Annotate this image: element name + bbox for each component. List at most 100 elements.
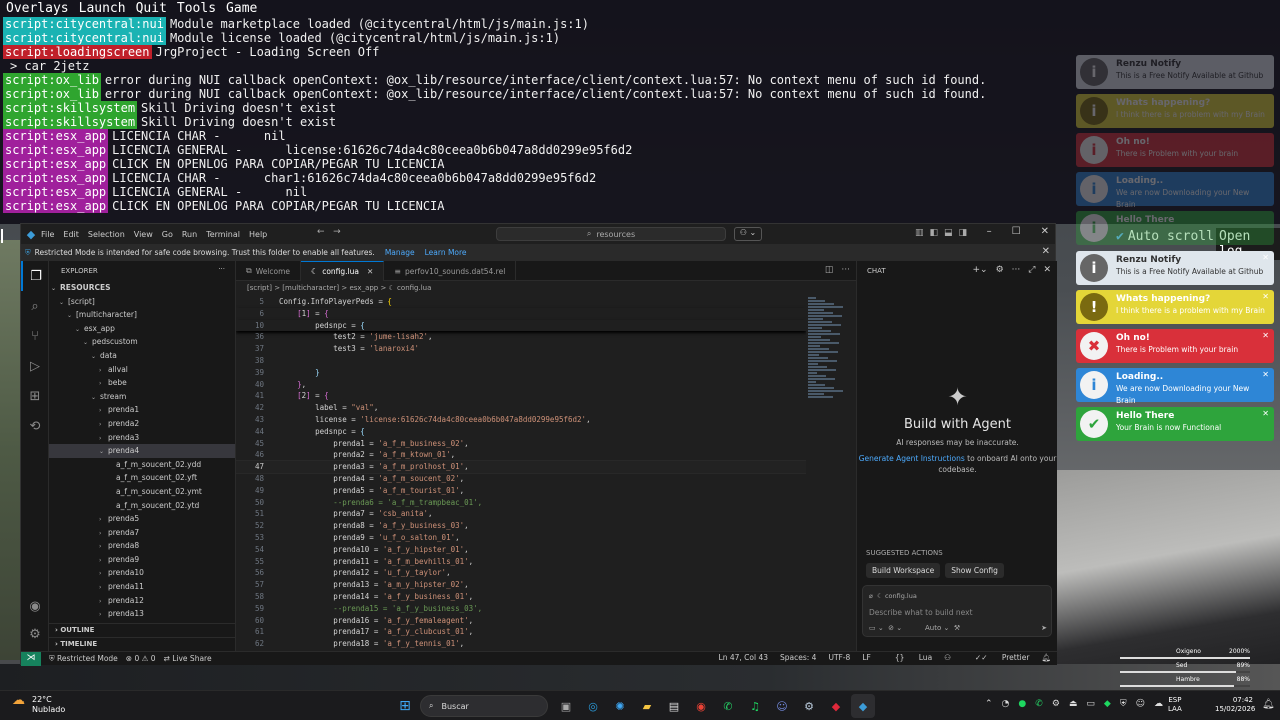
tree-folder[interactable]: › prenda9 [49, 553, 235, 567]
chrome-icon[interactable]: ◉ [689, 694, 713, 718]
restricted-mode-status[interactable]: ⛨ Restricted Mode [49, 654, 118, 664]
encoding[interactable]: UTF-8 [828, 653, 850, 662]
tree-folder[interactable]: › prenda10 [49, 566, 235, 580]
steam-tray-icon[interactable]: ⚙ [1052, 699, 1060, 709]
maximize-icon[interactable]: ⤢ [1028, 265, 1035, 275]
tree-folder[interactable]: ⌄ prenda4 [49, 444, 235, 458]
close-icon[interactable]: ✕ [1043, 265, 1051, 275]
outline-section[interactable]: › OUTLINE [49, 623, 235, 637]
code-line[interactable]: 43 license = 'license:61626c74da4c80ceea… [236, 414, 806, 426]
tree-folder[interactable]: › prenda12 [49, 594, 235, 608]
prettier-status[interactable]: ✓✓ Prettier [963, 653, 1030, 662]
code-line[interactable]: 42 label = "val", [236, 402, 806, 414]
close-tab-icon[interactable]: ✕ [367, 267, 373, 276]
code-line[interactable]: 10 pedsnpc = { [236, 319, 806, 332]
tree-folder[interactable]: ⌄ data [49, 349, 235, 363]
editor-tab[interactable]: ☾ config.lua ✕ [301, 261, 385, 281]
menu-selection[interactable]: Selection [88, 230, 125, 239]
code-line[interactable]: 57 prenda13 = 'a_m_y_hipster_02', [236, 579, 806, 591]
cloud-icon[interactable]: ☁ [1154, 699, 1163, 709]
minimap[interactable] [806, 296, 854, 406]
code-line[interactable]: 45 prenda1 = 'a_f_m_business_02', [236, 438, 806, 450]
menu-file[interactable]: File [41, 230, 54, 239]
problems-status[interactable]: ⊗ 0 ⚠ 0 [126, 654, 156, 663]
code-line[interactable]: 5 Config.InfoPlayerPeds = { [236, 296, 806, 308]
menu-go[interactable]: Go [162, 230, 173, 239]
more-icon[interactable]: ··· [1012, 265, 1021, 275]
spotify-icon[interactable]: ♫ [743, 694, 767, 718]
chevron-up-icon[interactable]: ⌃ [985, 699, 993, 709]
editor-tab[interactable]: ≡ perfov10_sounds.dat54.rel [384, 261, 517, 281]
tree-folder[interactable]: › prenda8 [49, 539, 235, 553]
extensions-icon[interactable]: ⊞ [21, 381, 49, 411]
tree-folder[interactable]: › prenda3 [49, 431, 235, 445]
tree-file[interactable]: a_f_m_soucent_02.ymt [49, 485, 235, 499]
notification-center-icon[interactable]: 🔔︎ [1262, 699, 1275, 710]
windows-start-icon[interactable]: ⊞ [393, 694, 417, 718]
code-line[interactable]: 58 prenda14 = 'a_f_y_business_01', [236, 591, 806, 603]
split-editor-icon[interactable]: ◫ [825, 265, 834, 275]
build-workspace-button[interactable]: Build Workspace [866, 563, 941, 578]
code-line[interactable]: 54 prenda10 = 'a_f_y_hipster_01', [236, 544, 806, 556]
menu-edit[interactable]: Edit [63, 230, 79, 239]
maximize-icon[interactable]: ☐ [1012, 226, 1021, 237]
tree-folder[interactable]: › prenda7 [49, 526, 235, 540]
whatsapp-tray-icon[interactable]: ✆ [1035, 699, 1043, 709]
tray-app-icon[interactable]: ◔ [1002, 699, 1010, 709]
spotify-tray-icon[interactable]: ● [1018, 699, 1026, 709]
console-menu-item[interactable]: Overlays [6, 1, 69, 16]
new-chat-icon[interactable]: +⌄ [972, 265, 987, 275]
language-indicator[interactable]: ESP LAA [1168, 696, 1182, 714]
code-line[interactable]: 44 pedsnpc = { [236, 426, 806, 438]
code-line[interactable]: 49 prenda5 = 'a_f_m_tourist_01', [236, 485, 806, 497]
generate-instructions-link[interactable]: Generate Agent Instructions [859, 454, 965, 463]
steam-icon[interactable]: ⚙ [797, 694, 821, 718]
copilot-button[interactable]: ⚇ ⌄ [734, 227, 762, 241]
tree-folder[interactable]: ⌄ [script] [49, 295, 235, 309]
tree-file[interactable]: a_f_m_soucent_02.ytd [49, 499, 235, 513]
code-line[interactable]: 41 [2] = { [236, 390, 806, 402]
model-picker[interactable]: Auto ⌄ ⚒ [925, 624, 960, 632]
close-icon[interactable]: ✕ [1262, 292, 1269, 301]
tree-file[interactable]: a_f_m_soucent_02.ydd [49, 458, 235, 472]
console-input-cursor[interactable] [1, 229, 3, 243]
remote-icon[interactable]: ⋊ [21, 651, 41, 666]
settings-gear-icon[interactable]: ⚙ [996, 265, 1004, 275]
code-line[interactable]: 6 [1] = { [236, 307, 806, 320]
code-line[interactable]: 40 }, [236, 379, 806, 391]
menu-help[interactable]: Help [249, 230, 267, 239]
close-icon[interactable]: ✕ [1262, 370, 1269, 379]
code-line[interactable]: 59 --prenda15 = 'a_f_y_business_03', [236, 603, 806, 615]
settings-gear-icon[interactable]: ⚙ [21, 619, 49, 649]
layout-controls[interactable]: ▥ ◧ ⬓ ◨ [909, 228, 967, 238]
menu-view[interactable]: View [134, 230, 153, 239]
edge-icon[interactable]: ◎ [581, 694, 605, 718]
end-of-line[interactable]: LF [862, 653, 871, 662]
editor-tab[interactable]: ⧉ Welcome [236, 261, 302, 281]
source-control-icon[interactable]: ⑂ [21, 321, 49, 351]
copilot-app-icon[interactable]: ✺ [608, 694, 632, 718]
console-menu-item[interactable]: Launch [79, 1, 126, 16]
code-line[interactable]: 53 prenda9 = 'u_f_o_salton_01', [236, 532, 806, 544]
banner-close-icon[interactable]: ✕ [1042, 246, 1050, 257]
file-explorer-icon[interactable]: ▰ [635, 694, 659, 718]
code-line[interactable]: 36 test2 = 'jume-lisah2', [236, 331, 806, 343]
close-icon[interactable]: ✕ [1262, 331, 1269, 340]
agent-mode-icon[interactable]: ▭ ⌄ [869, 624, 884, 632]
tree-folder[interactable]: ⌄ esx_app [49, 322, 235, 336]
manage-link[interactable]: Manage [385, 248, 415, 257]
layout-panel-icon[interactable]: ▥ [915, 228, 924, 238]
tree-folder[interactable]: ⌄ RESOURCES [49, 281, 235, 295]
code-line[interactable]: 50 --prenda6 = 'a_f_m_trampbeac_01', [236, 497, 806, 509]
code-line[interactable]: 56 prenda12 = 'u_f_y_taylor', [236, 567, 806, 579]
tree-folder[interactable]: › prenda2 [49, 417, 235, 431]
tree-folder[interactable]: › prenda13 [49, 607, 235, 621]
remote-explorer-icon[interactable]: ⟲ [21, 411, 49, 441]
close-icon[interactable]: ✕ [1262, 253, 1269, 262]
language-mode[interactable]: {} Lua [883, 653, 932, 662]
app-red-icon[interactable]: ◆ [824, 694, 848, 718]
code-line[interactable]: 62 prenda18 = 'a_f_y_tennis_01', [236, 638, 806, 650]
code-line[interactable]: 61 prenda17 = 'a_f_y_clubcust_01', [236, 626, 806, 638]
console-menu-item[interactable]: Tools [177, 1, 216, 16]
task-view-icon[interactable]: ▣ [554, 694, 578, 718]
